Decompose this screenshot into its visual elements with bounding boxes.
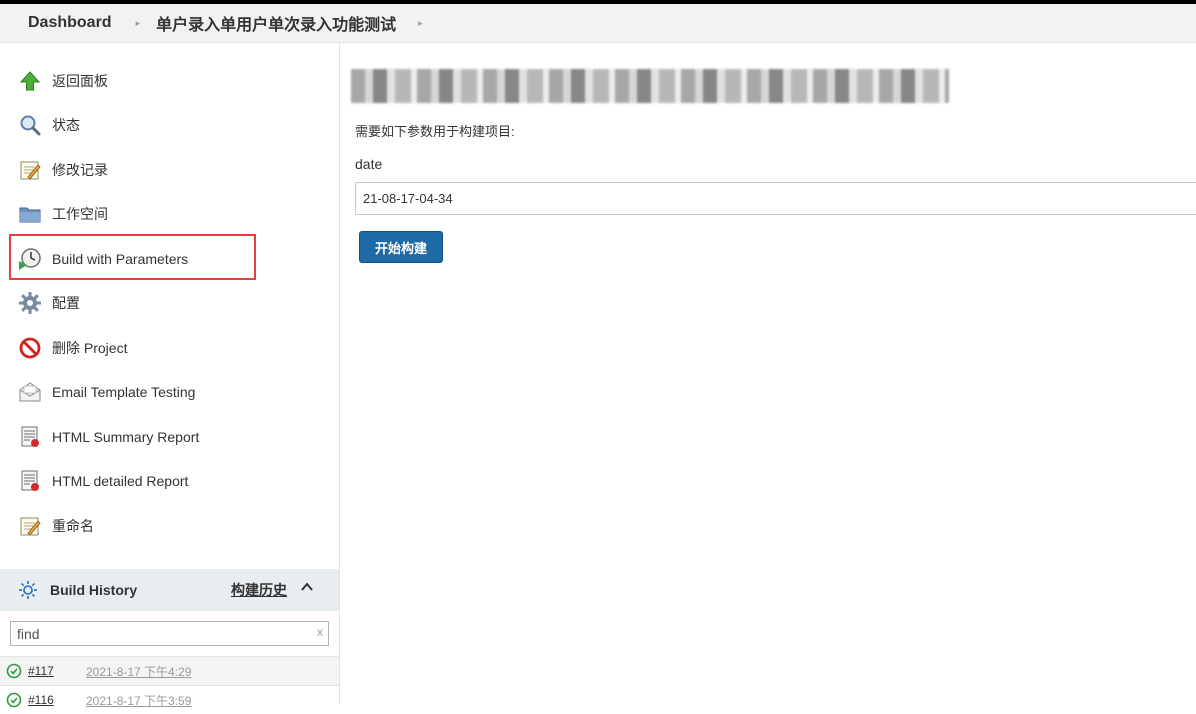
build-number-link[interactable]: #117 xyxy=(28,664,86,678)
sidebar-item-rename[interactable]: 重命名 xyxy=(18,510,318,542)
sidebar-item-label: 修改记录 xyxy=(52,162,108,178)
sidebar-item-workspace[interactable]: 工作空间 xyxy=(18,198,318,230)
build-search-box: x xyxy=(10,621,329,646)
parameter-name: date xyxy=(355,156,383,172)
breadcrumb: Dashboard ▸ 单户录入单用户单次录入功能测试 ▸ xyxy=(0,4,1196,43)
build-time-link[interactable]: 2021-8-17 下午4:29 xyxy=(86,663,191,680)
success-check-icon xyxy=(6,692,22,708)
chevron-up-icon[interactable] xyxy=(299,579,315,595)
parameters-description: 需要如下参数用于构建项目: xyxy=(355,124,515,139)
notepad-icon xyxy=(18,514,42,538)
build-history-header: Build History 构建历史 xyxy=(0,569,339,611)
no-entry-icon xyxy=(18,336,42,360)
up-arrow-icon xyxy=(18,69,42,93)
build-number-link[interactable]: #116 xyxy=(28,693,86,707)
redacted-project-title xyxy=(351,69,949,103)
sidebar-item-label: 删除 Project xyxy=(52,340,128,356)
sidebar-item-configure[interactable]: 配置 xyxy=(18,287,318,319)
sidebar-item-label: 返回面板 xyxy=(52,73,108,89)
sidebar-item-label: Email Template Testing xyxy=(52,384,196,400)
report-icon xyxy=(18,425,42,449)
sidebar-item-html-summary-report[interactable]: HTML Summary Report xyxy=(18,421,318,453)
sidebar-item-back-to-dashboard[interactable]: 返回面板 xyxy=(18,65,318,97)
build-search-input[interactable] xyxy=(11,622,301,645)
sidebar-item-status[interactable]: 状态 xyxy=(18,109,318,141)
magnifier-icon xyxy=(18,113,42,137)
report-icon xyxy=(18,469,42,493)
sidebar-item-label: 工作空间 xyxy=(52,206,108,222)
main-content: 需要如下参数用于构建项目: date 开始构建 xyxy=(341,43,1196,704)
breadcrumb-dashboard[interactable]: Dashboard xyxy=(28,14,112,32)
build-time-link[interactable]: 2021-8-17 下午3:59 xyxy=(86,692,191,709)
success-check-icon xyxy=(6,663,22,679)
sidebar: 返回面板 状态 修改记录 工作空间 Build with Parameters … xyxy=(0,43,340,708)
gear-icon xyxy=(18,291,42,315)
breadcrumb-separator-icon[interactable]: ▸ xyxy=(418,18,423,29)
sidebar-item-label: 配置 xyxy=(52,295,80,311)
sidebar-item-email-template-testing[interactable]: Email Template Testing xyxy=(18,376,318,408)
sidebar-item-label: 重命名 xyxy=(52,518,94,534)
build-history-title: Build History xyxy=(50,582,138,598)
envelope-icon xyxy=(18,380,42,404)
sidebar-item-html-detailed-report[interactable]: HTML detailed Report xyxy=(18,465,318,497)
highlight-box xyxy=(9,234,256,280)
sidebar-item-changes[interactable]: 修改记录 xyxy=(18,154,318,186)
build-history-icon xyxy=(18,580,38,600)
sidebar-item-label: HTML Summary Report xyxy=(52,429,200,445)
sidebar-item-delete-project[interactable]: 删除 Project xyxy=(18,332,318,364)
clear-search-icon[interactable]: x xyxy=(317,625,323,639)
folder-icon xyxy=(18,202,42,226)
build-trend-link[interactable]: 构建历史 xyxy=(231,580,287,600)
notepad-icon xyxy=(18,158,42,182)
sidebar-item-label: HTML detailed Report xyxy=(52,473,189,489)
date-parameter-input[interactable] xyxy=(355,182,1196,215)
breadcrumb-project[interactable]: 单户录入单用户单次录入功能测试 xyxy=(156,11,396,35)
sidebar-item-label: 状态 xyxy=(52,117,80,133)
breadcrumb-separator-icon[interactable]: ▸ xyxy=(136,18,141,29)
build-row: #116 2021-8-17 下午3:59 xyxy=(0,685,339,714)
build-row: #117 2021-8-17 下午4:29 xyxy=(0,656,339,685)
start-build-button[interactable]: 开始构建 xyxy=(359,231,443,263)
